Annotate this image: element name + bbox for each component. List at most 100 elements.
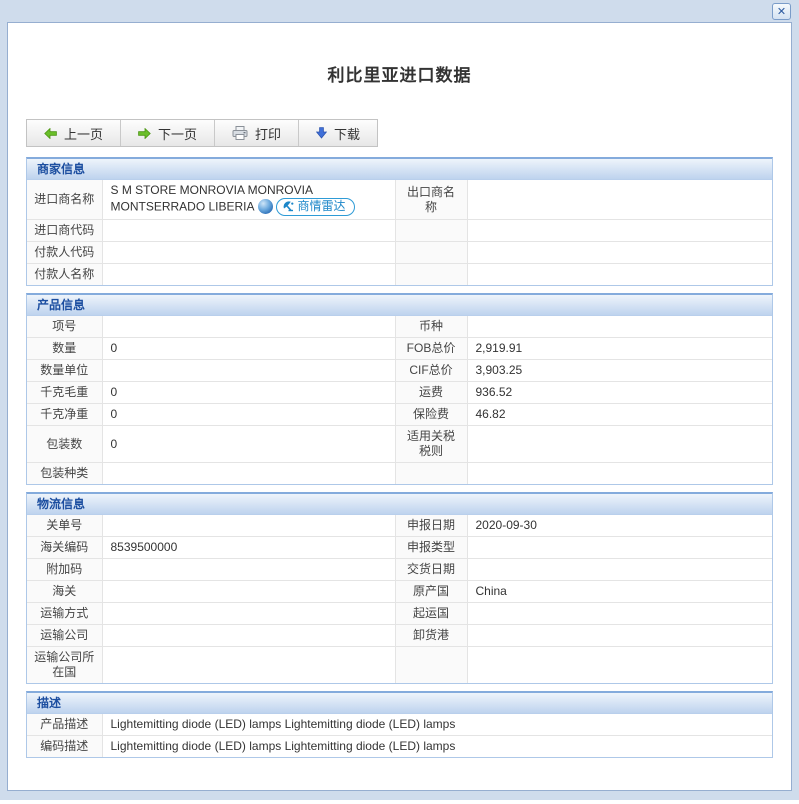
field-value: 8539500000 [101, 536, 396, 559]
section-product-info: 产品信息 项号 币种 数量 0 FOB总价 2,919.91 数量单位 CIF总… [26, 293, 773, 485]
toolbar: 上一页 下一页 打印 下载 [26, 119, 379, 147]
field-label: 运输公司所在国 [26, 646, 103, 684]
field-label: 编码描述 [26, 735, 103, 758]
field-value [466, 315, 773, 338]
field-value: 0 [101, 381, 396, 404]
table-row: 付款人代码 [26, 241, 773, 264]
table-row: 包装数 0 适用关税税则 [26, 425, 773, 463]
download-label: 下载 [334, 126, 361, 142]
table-row: 产品描述 Lightemitting diode (LED) lamps Lig… [26, 713, 773, 736]
field-label: 申报日期 [394, 514, 468, 537]
field-value: 936.52 [466, 381, 773, 404]
field-label: 运费 [394, 381, 468, 404]
table-row: 数量单位 CIF总价 3,903.25 [26, 359, 773, 382]
next-page-label: 下一页 [158, 126, 198, 142]
globe-icon[interactable] [257, 198, 273, 214]
radar-badge[interactable]: 商情雷达 [275, 198, 355, 216]
field-label: 保险费 [394, 403, 468, 426]
table-row: 进口商代码 [26, 219, 773, 242]
field-value [466, 624, 773, 647]
table-row: 海关编码 8539500000 申报类型 [26, 536, 773, 559]
field-label: 卸货港 [394, 624, 468, 647]
field-label: 付款人名称 [26, 263, 103, 286]
field-label [394, 462, 468, 485]
next-page-button[interactable]: 下一页 [121, 120, 216, 146]
field-label [394, 241, 468, 264]
field-value [101, 315, 396, 338]
field-label: 数量 [26, 337, 103, 360]
field-value: 3,903.25 [466, 359, 773, 382]
prev-page-label: 上一页 [64, 126, 104, 142]
field-value [466, 425, 773, 463]
field-label: 出口商名称 [394, 179, 468, 220]
field-label: 包装数 [26, 425, 103, 463]
sections-container: 商家信息 进口商名称 S M STORE MONROVIA MONROVIA M… [26, 157, 773, 758]
field-value: Lightemitting diode (LED) lamps Lightemi… [101, 713, 773, 736]
importer-name-cell: S M STORE MONROVIA MONROVIA MONTSERRADO … [101, 179, 396, 220]
table-row: 编码描述 Lightemitting diode (LED) lamps Lig… [26, 735, 773, 758]
table-row: 项号 币种 [26, 315, 773, 338]
field-value: Lightemitting diode (LED) lamps Lightemi… [101, 735, 773, 758]
field-value [101, 646, 396, 684]
field-label [394, 646, 468, 684]
field-value [101, 462, 396, 485]
table-row: 关单号 申报日期 2020-09-30 [26, 514, 773, 537]
section-logistics-title: 物流信息 [27, 494, 772, 515]
field-value [466, 536, 773, 559]
print-button[interactable]: 打印 [215, 120, 300, 146]
product-table: 项号 币种 数量 0 FOB总价 2,919.91 数量单位 CIF总价 3,9… [26, 315, 773, 485]
field-value [466, 241, 773, 264]
field-value [101, 624, 396, 647]
description-table: 产品描述 Lightemitting diode (LED) lamps Lig… [26, 713, 773, 758]
close-button[interactable]: ✕ [772, 3, 791, 20]
prev-page-button[interactable]: 上一页 [27, 120, 122, 146]
field-label: 申报类型 [394, 536, 468, 559]
field-value [466, 219, 773, 242]
field-value: 46.82 [466, 403, 773, 426]
field-value: 0 [101, 425, 396, 463]
field-label: 数量单位 [26, 359, 103, 382]
green-right-arrow-icon [138, 127, 151, 139]
table-row: 附加码 交货日期 [26, 558, 773, 581]
field-value [101, 263, 396, 286]
field-label: FOB总价 [394, 337, 468, 360]
table-row: 数量 0 FOB总价 2,919.91 [26, 337, 773, 360]
field-label: CIF总价 [394, 359, 468, 382]
field-label: 进口商代码 [26, 219, 103, 242]
field-label: 运输方式 [26, 602, 103, 625]
section-description: 描述 产品描述 Lightemitting diode (LED) lamps … [26, 691, 773, 758]
table-row: 包装种类 [26, 462, 773, 485]
field-label: 项号 [26, 315, 103, 338]
field-value [466, 179, 773, 220]
field-value: 0 [101, 403, 396, 426]
field-label [394, 219, 468, 242]
field-label: 起运国 [394, 602, 468, 625]
section-product-title: 产品信息 [27, 295, 772, 316]
download-button[interactable]: 下载 [299, 120, 377, 146]
satellite-dish-icon [283, 200, 293, 211]
field-value [466, 646, 773, 684]
section-merchant-title: 商家信息 [27, 159, 772, 180]
section-description-title: 描述 [27, 693, 772, 714]
field-value [101, 241, 396, 264]
green-left-arrow-icon [44, 127, 57, 139]
printer-icon [232, 126, 248, 140]
field-label: 原产国 [394, 580, 468, 603]
field-label: 海关编码 [26, 536, 103, 559]
table-row: 海关 原产国 China [26, 580, 773, 603]
field-label: 包装种类 [26, 462, 103, 485]
table-row: 运输公司所在国 [26, 646, 773, 684]
field-label: 付款人代码 [26, 241, 103, 264]
page-title: 利比里亚进口数据 [327, 66, 472, 85]
table-row: 进口商名称 S M STORE MONROVIA MONROVIA MONTSE… [26, 179, 773, 220]
field-label [394, 263, 468, 286]
field-label: 关单号 [26, 514, 103, 537]
print-label: 打印 [255, 126, 282, 142]
field-value [466, 558, 773, 581]
field-value: 2,919.91 [466, 337, 773, 360]
table-row: 运输方式 起运国 [26, 602, 773, 625]
field-value [101, 602, 396, 625]
field-label: 附加码 [26, 558, 103, 581]
blue-down-arrow-icon [316, 127, 328, 139]
field-label: 千克毛重 [26, 381, 103, 404]
